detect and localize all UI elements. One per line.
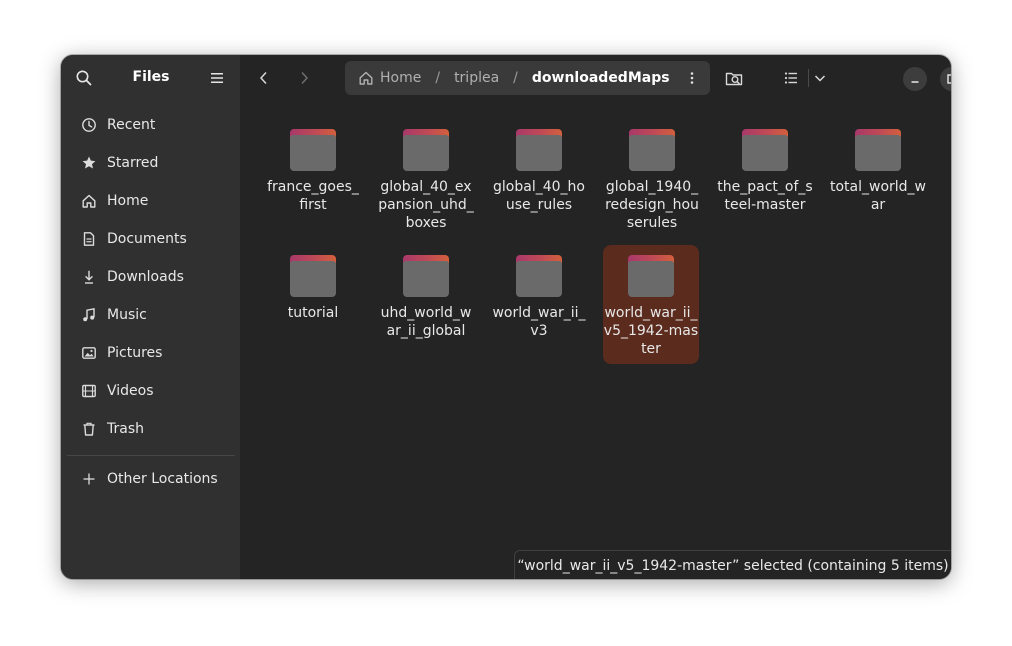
folder-label: france_goes_first bbox=[267, 179, 359, 213]
folder-item[interactable]: global_1940_redesign_houserules bbox=[604, 121, 700, 238]
breadcrumb-separator: / bbox=[513, 70, 518, 86]
plus-icon bbox=[81, 471, 97, 487]
folder-icon bbox=[855, 129, 901, 171]
view-options-button[interactable] bbox=[810, 68, 830, 88]
breadcrumb-separator: / bbox=[435, 70, 441, 86]
sidebar-header: Files bbox=[61, 55, 240, 101]
folder-icon bbox=[516, 255, 562, 297]
view-list-button[interactable] bbox=[781, 68, 801, 88]
folder-label: tutorial bbox=[287, 305, 339, 321]
chevron-right-icon bbox=[301, 71, 309, 85]
sidebar-item-label: Videos bbox=[107, 383, 154, 399]
sidebar-item-videos[interactable]: Videos bbox=[67, 372, 234, 410]
folder-icon bbox=[516, 129, 562, 171]
folder-label: uhd_world_war_ii_global bbox=[380, 305, 472, 339]
sidebar-item-documents[interactable]: Documents bbox=[67, 220, 234, 258]
path-menu-button[interactable] bbox=[684, 70, 700, 86]
selection-status: “world_war_ii_v5_1942-master” selected (… bbox=[514, 550, 951, 579]
breadcrumb-home[interactable]: Home bbox=[358, 70, 421, 86]
folder-label: world_war_ii_v3 bbox=[492, 305, 586, 339]
video-icon bbox=[81, 383, 97, 399]
folder-item-selected[interactable]: world_war_ii_v5_1942-master bbox=[603, 245, 699, 364]
trash-icon bbox=[81, 421, 97, 437]
breadcrumb-label: triplea bbox=[454, 70, 500, 86]
sidebar: Files Recent Starred Home Documents Down… bbox=[61, 55, 240, 579]
folder-label: world_war_ii_v5_1942-master bbox=[603, 305, 699, 357]
clock-icon bbox=[81, 117, 97, 133]
path-bar[interactable]: Home / triplea / downloadedMaps bbox=[345, 61, 710, 95]
sidebar-divider bbox=[67, 455, 235, 456]
sidebar-item-label: Other Locations bbox=[107, 471, 218, 487]
folder-grid: france_goes_first global_40_expansion_uh… bbox=[240, 101, 951, 579]
sidebar-places: Recent Starred Home Documents Downloads … bbox=[67, 106, 234, 448]
breadcrumb-label: Home bbox=[380, 70, 422, 86]
folder-label: global_40_expansion_uhd_boxes bbox=[378, 179, 474, 231]
sidebar-item-label: Documents bbox=[107, 231, 187, 247]
list-view-icon bbox=[784, 72, 797, 84]
music-icon bbox=[81, 307, 97, 323]
folder-icon bbox=[290, 255, 336, 297]
folder-icon bbox=[403, 255, 449, 297]
folder-icon bbox=[290, 129, 336, 171]
folder-icon bbox=[629, 129, 675, 171]
star-icon bbox=[81, 155, 97, 171]
maximize-icon bbox=[947, 74, 951, 84]
breadcrumb-label: downloadedMaps bbox=[531, 70, 670, 86]
sidebar-item-pictures[interactable]: Pictures bbox=[67, 334, 234, 372]
sidebar-item-downloads[interactable]: Downloads bbox=[67, 258, 234, 296]
breadcrumb-current[interactable]: downloadedMaps bbox=[532, 70, 670, 86]
sidebar-item-label: Recent bbox=[107, 117, 156, 133]
home-icon bbox=[81, 193, 97, 209]
sidebar-item-label: Home bbox=[107, 193, 149, 209]
back-button[interactable] bbox=[251, 66, 277, 90]
app-title: Files bbox=[132, 69, 170, 85]
sidebar-item-starred[interactable]: Starred bbox=[67, 144, 234, 182]
sidebar-item-label: Pictures bbox=[107, 345, 163, 361]
folder-icon bbox=[403, 129, 449, 171]
picture-icon bbox=[81, 345, 97, 361]
folder-item[interactable]: global_40_expansion_uhd_boxes bbox=[378, 121, 474, 238]
folder-label: total_world_war bbox=[830, 179, 927, 213]
vertical-dots-icon bbox=[690, 72, 694, 84]
folder-item[interactable]: uhd_world_war_ii_global bbox=[378, 247, 474, 346]
maximize-button[interactable] bbox=[940, 67, 951, 91]
folder-item[interactable]: total_world_war bbox=[830, 121, 926, 220]
sidebar-item-recent[interactable]: Recent bbox=[67, 106, 234, 144]
minimize-icon bbox=[911, 81, 919, 83]
sidebar-item-trash[interactable]: Trash bbox=[67, 410, 234, 448]
sidebar-item-label: Downloads bbox=[107, 269, 184, 285]
chevron-down-icon bbox=[814, 75, 826, 82]
folder-item[interactable]: tutorial bbox=[265, 247, 361, 328]
folder-icon bbox=[628, 255, 674, 297]
sidebar-item-label: Starred bbox=[107, 155, 159, 171]
breadcrumb-triplea[interactable]: triplea bbox=[454, 70, 499, 86]
search-folder-button[interactable] bbox=[724, 68, 744, 88]
view-buttons-divider bbox=[808, 69, 809, 87]
sidebar-item-music[interactable]: Music bbox=[67, 296, 234, 334]
folder-search-icon bbox=[725, 72, 743, 86]
forward-button[interactable] bbox=[291, 66, 317, 90]
folder-item[interactable]: france_goes_first bbox=[265, 121, 361, 220]
sidebar-item-label: Music bbox=[107, 307, 147, 323]
hamburger-menu-icon[interactable] bbox=[209, 70, 225, 86]
files-window: Files Recent Starred Home Documents Down… bbox=[61, 55, 951, 579]
chevron-left-icon bbox=[259, 71, 267, 85]
folder-icon bbox=[742, 129, 788, 171]
folder-item[interactable]: global_40_house_rules bbox=[491, 121, 587, 220]
search-icon[interactable] bbox=[75, 69, 93, 87]
sidebar-item-label: Trash bbox=[107, 421, 144, 437]
minimize-button[interactable] bbox=[903, 67, 927, 91]
download-icon bbox=[81, 269, 97, 285]
folder-label: the_pact_of_steel-master bbox=[717, 179, 813, 213]
sidebar-item-other-locations[interactable]: Other Locations bbox=[67, 460, 234, 498]
home-icon bbox=[359, 71, 373, 85]
header-bar: Home / triplea / downloadedMaps bbox=[240, 55, 951, 101]
folder-label: global_40_house_rules bbox=[493, 179, 585, 213]
document-icon bbox=[81, 231, 97, 247]
other-locations-section: Other Locations bbox=[67, 460, 234, 498]
folder-item[interactable]: the_pact_of_steel-master bbox=[717, 121, 813, 220]
folder-label: global_1940_redesign_houserules bbox=[605, 179, 699, 231]
sidebar-item-home[interactable]: Home bbox=[67, 182, 234, 220]
folder-item[interactable]: world_war_ii_v3 bbox=[491, 247, 587, 346]
